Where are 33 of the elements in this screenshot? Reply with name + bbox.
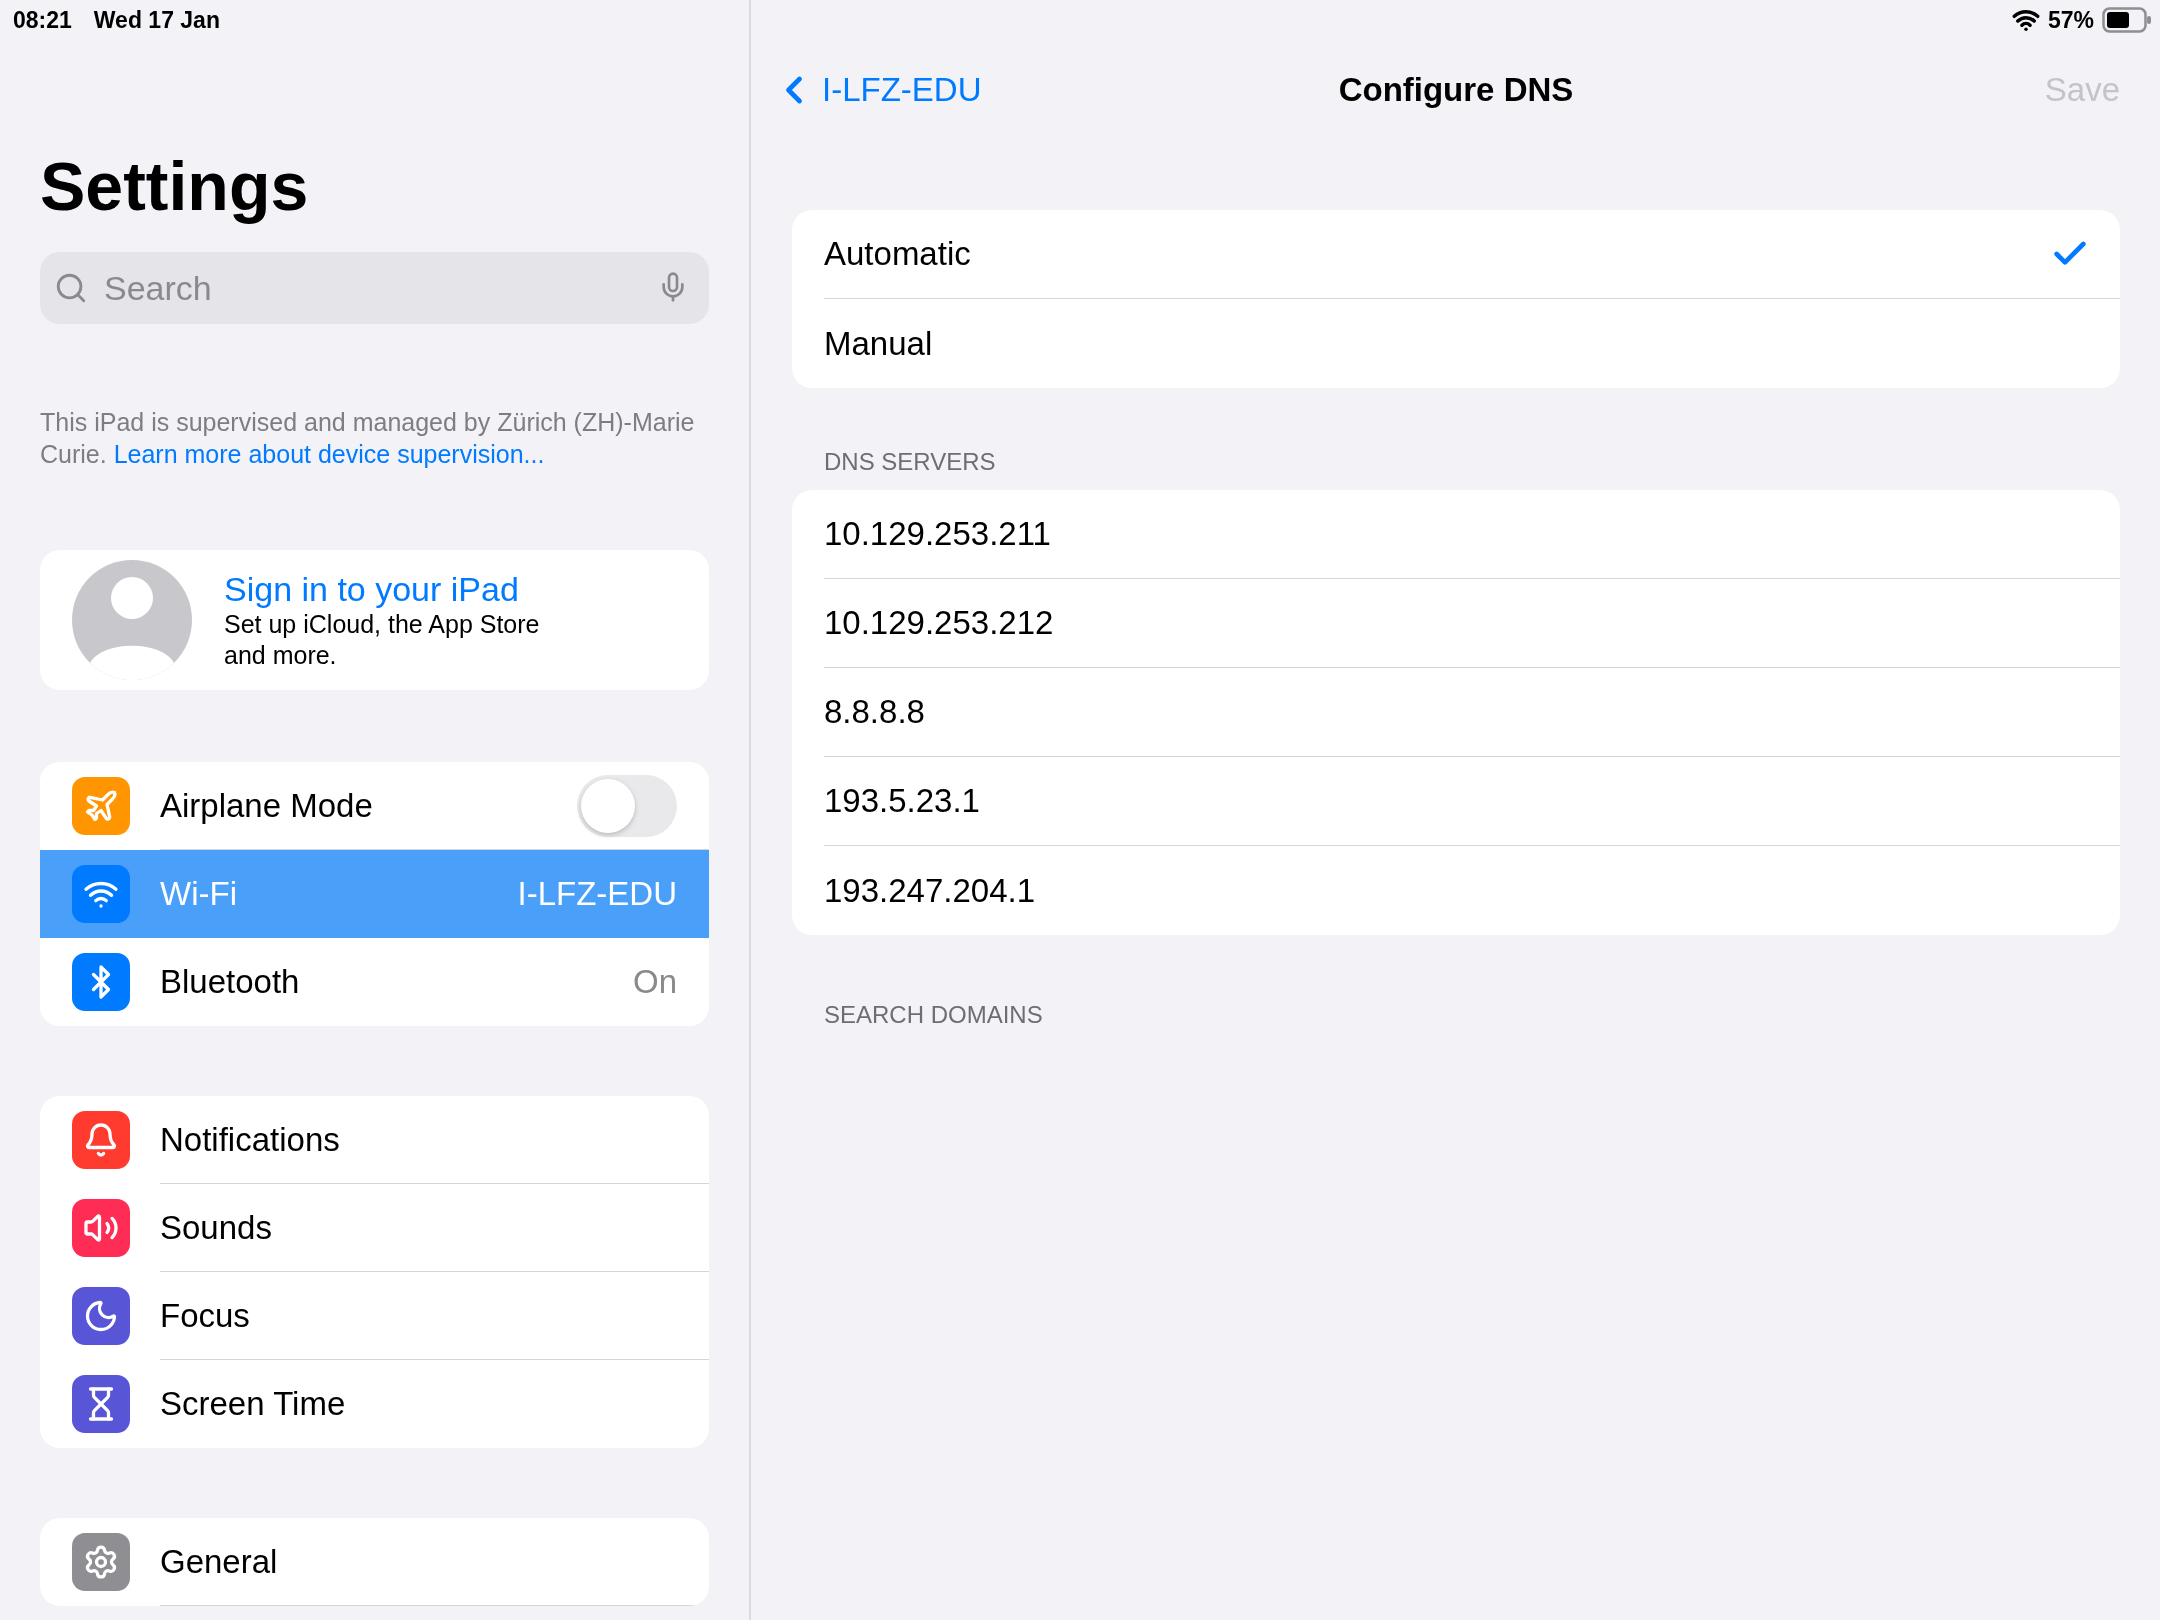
row-label: Screen Time [160, 1385, 347, 1423]
section-header: SEARCH DOMAINS [824, 1001, 1044, 1029]
dns-server-row[interactable]: 8.8.8.8 [824, 668, 2120, 757]
row-label: General [160, 1542, 279, 1581]
battery-percent: 57% [2047, 6, 2094, 34]
search-icon [54, 271, 88, 305]
row-label: Bluetooth [160, 963, 301, 1001]
sign-in-title: Sign in to your iPad [224, 569, 520, 609]
mode-option[interactable]: Manual [824, 299, 2120, 388]
dns-server-row[interactable]: 193.247.204.1 [824, 846, 2120, 935]
row-value: I-LFZ-EDU [517, 875, 677, 913]
row-label: Notifications [160, 1120, 341, 1159]
supervision-note: This iPad is supervised and managed by Zürich (ZH)-Marie Curie. Learn more about device supervision... [40, 407, 696, 470]
row-value: On [632, 963, 677, 1001]
row-label: Wi-Fi [160, 875, 238, 913]
sign-in-subtitle: Set up iCloud, the App Store and more. [224, 608, 541, 671]
back-button[interactable]: I-LFZ-EDU [772, 68, 982, 112]
dns-server-row[interactable]: 193.5.23.1 [824, 757, 2120, 846]
row-label: Airplane Mode [160, 786, 374, 825]
dns-server-row[interactable]: 10.129.253.211 [824, 490, 2120, 579]
row-label: Focus [160, 1296, 251, 1335]
avatar-icon [72, 560, 192, 680]
battery-icon [2102, 7, 2152, 33]
section-header: DNS SERVERS [824, 448, 997, 476]
status-time: 08:21 [13, 6, 72, 34]
row-label: Sounds [160, 1208, 273, 1247]
mode-option[interactable]: Automatic [824, 210, 2120, 299]
supervision-link[interactable]: Learn more about device supervision... [113, 440, 545, 468]
search-field[interactable]: Search [40, 252, 709, 324]
dns-server-row[interactable]: 10.129.253.212 [824, 579, 2120, 668]
status-date: Wed 17 Jan [93, 6, 220, 34]
sign-in-card[interactable]: Sign in to your iPad Set up iCloud, the App Store and more. [40, 550, 709, 690]
nav-title: Configure DNS [1338, 71, 1574, 109]
